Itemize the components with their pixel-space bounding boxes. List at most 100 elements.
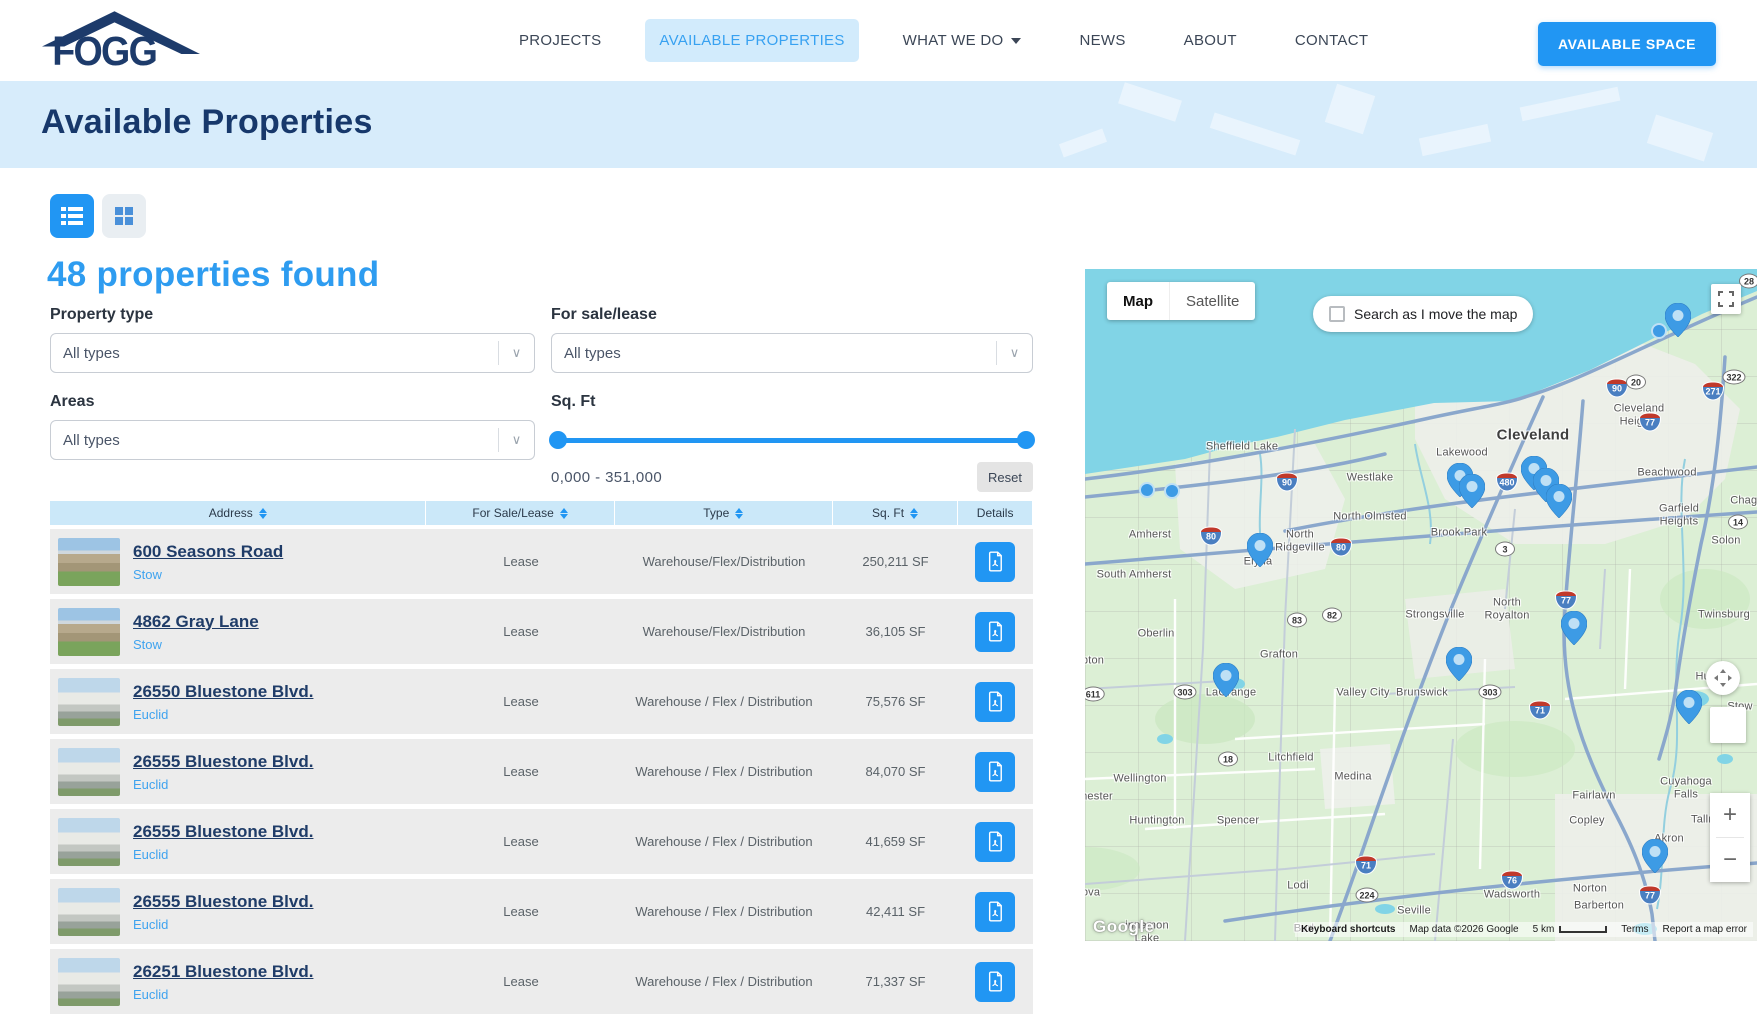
property-map-dot[interactable] (1164, 483, 1180, 499)
details-pdf-button[interactable] (975, 752, 1015, 792)
property-map-dot[interactable] (1651, 323, 1667, 339)
property-thumbnail[interactable] (58, 818, 120, 866)
property-type-select[interactable]: All types ∨ (50, 333, 535, 373)
nav-item-available-properties[interactable]: AVAILABLE PROPERTIES (645, 19, 858, 62)
pan-control[interactable] (1706, 661, 1740, 695)
property-thumbnail[interactable] (58, 888, 120, 936)
google-logo[interactable]: Google (1093, 917, 1155, 937)
details-pdf-button[interactable] (975, 892, 1015, 932)
property-map-pin[interactable] (1642, 839, 1668, 873)
property-address-link[interactable]: 26555 Bluestone Blvd. (133, 752, 313, 772)
property-map-pin[interactable] (1459, 474, 1485, 508)
search-as-move-control[interactable]: Search as I move the map (1313, 296, 1533, 332)
map-city-label: Wellington (1113, 773, 1166, 786)
areas-select[interactable]: All types ∨ (50, 420, 535, 460)
property-map-pin[interactable] (1665, 303, 1691, 337)
grid-view-button[interactable] (102, 194, 146, 238)
nav-item-contact[interactable]: CONTACT (1281, 19, 1382, 62)
column-header-type[interactable]: Type (615, 501, 832, 525)
property-address-link[interactable]: 26251 Bluestone Blvd. (133, 962, 313, 982)
banner-decoration (1059, 129, 1107, 158)
sort-icon[interactable] (560, 508, 568, 519)
address-cell: 26555 Bluestone Blvd. Euclid (50, 818, 427, 866)
details-pdf-button[interactable] (975, 542, 1015, 582)
filter-sale-lease: For sale/lease All types ∨ (551, 306, 1033, 373)
property-map-pin[interactable] (1561, 611, 1587, 645)
zoom-in-button[interactable]: + (1710, 793, 1750, 837)
map-city-label: Lakewood (1436, 447, 1488, 460)
column-header-for-sale-lease[interactable]: For Sale/Lease (426, 501, 613, 525)
property-city-link[interactable]: Euclid (133, 917, 313, 932)
map-city-label: Brunswick (1396, 687, 1448, 700)
sqft-cell: 42,411 SF (833, 904, 958, 919)
street-view-control[interactable] (1710, 707, 1746, 743)
list-view-button[interactable] (50, 194, 94, 238)
column-header-address[interactable]: Address (50, 501, 425, 525)
sqft-cell: 75,576 SF (833, 694, 958, 709)
property-map-dot[interactable] (1139, 482, 1155, 498)
column-header-sq-ft[interactable]: Sq. Ft (833, 501, 957, 525)
property-city-link[interactable]: Euclid (133, 707, 313, 722)
property-address-link[interactable]: 600 Seasons Road (133, 542, 283, 562)
sale-lease-select[interactable]: All types ∨ (551, 333, 1033, 373)
zoom-out-button[interactable]: − (1710, 838, 1750, 882)
property-map-pin[interactable] (1546, 484, 1572, 518)
satellite-mode-button[interactable]: Satellite (1169, 282, 1255, 320)
property-thumbnail[interactable] (58, 958, 120, 1006)
property-map-pin[interactable] (1213, 663, 1239, 697)
sqft-slider[interactable] (551, 420, 1033, 460)
property-thumbnail[interactable] (58, 608, 120, 656)
banner-decoration (1419, 124, 1491, 156)
banner-decoration (1520, 87, 1621, 121)
property-address-link[interactable]: 26555 Bluestone Blvd. (133, 892, 313, 912)
details-pdf-button[interactable] (975, 962, 1015, 1002)
sale-lease-cell: Lease (427, 624, 615, 639)
details-pdf-button[interactable] (975, 612, 1015, 652)
sort-icon[interactable] (259, 508, 267, 519)
route-shield-18: 18 (1218, 752, 1238, 767)
google-map[interactable]: ClevelandCleveland HeightsLakewoodWestla… (1085, 269, 1757, 941)
slider-track[interactable] (551, 438, 1033, 443)
available-space-button[interactable]: AVAILABLE SPACE (1538, 22, 1716, 66)
top-navbar: FOGG PROJECTS AVAILABLE PROPERTIES WHAT WE… (0, 0, 1757, 81)
slider-handle-min[interactable] (549, 431, 567, 449)
chevron-down-icon: ∨ (996, 341, 1032, 365)
search-as-move-checkbox[interactable] (1329, 306, 1345, 322)
nav-item-news[interactable]: NEWS (1065, 19, 1139, 62)
nav-item-what-we-do[interactable]: WHAT WE DO (889, 19, 1036, 62)
map-mode-button[interactable]: Map (1107, 282, 1169, 320)
details-pdf-button[interactable] (975, 682, 1015, 722)
property-address-link[interactable]: 4862 Gray Lane (133, 612, 259, 632)
fogg-logo[interactable]: FOGG (42, 9, 200, 76)
property-thumbnail[interactable] (58, 678, 120, 726)
slider-handle-max[interactable] (1017, 431, 1035, 449)
property-city-link[interactable]: Stow (133, 567, 283, 582)
fullscreen-button[interactable] (1711, 284, 1741, 314)
sqft-range-text: 0,000 - 351,000 (551, 469, 662, 486)
reset-button[interactable]: Reset (977, 462, 1033, 492)
property-thumbnail[interactable] (58, 538, 120, 586)
property-map-pin[interactable] (1676, 690, 1702, 724)
map-city-label: Grafton (1260, 649, 1298, 662)
property-city-link[interactable]: Euclid (133, 777, 313, 792)
property-city-link[interactable]: Euclid (133, 847, 313, 862)
property-map-pin[interactable] (1446, 647, 1472, 681)
property-address-link[interactable]: 26555 Bluestone Blvd. (133, 822, 313, 842)
keyboard-shortcuts-link[interactable]: Keyboard shortcuts (1301, 924, 1395, 935)
details-pdf-button[interactable] (975, 822, 1015, 862)
property-map-pin[interactable] (1247, 533, 1273, 567)
property-city-link[interactable]: Stow (133, 637, 259, 652)
report-map-error-link[interactable]: Report a map error (1663, 924, 1747, 935)
terms-link[interactable]: Terms (1621, 924, 1648, 935)
sort-icon[interactable] (910, 508, 918, 519)
nav-item-about[interactable]: ABOUT (1170, 19, 1251, 62)
address-cell: 26555 Bluestone Blvd. Euclid (50, 748, 427, 796)
sqft-cell: 36,105 SF (833, 624, 958, 639)
nav-item-projects[interactable]: PROJECTS (505, 19, 615, 62)
property-city-link[interactable]: Euclid (133, 987, 313, 1002)
property-thumbnail[interactable] (58, 748, 120, 796)
property-address-link[interactable]: 26550 Bluestone Blvd. (133, 682, 313, 702)
route-shield-14: 14 (1728, 515, 1748, 530)
sort-icon[interactable] (735, 508, 743, 519)
map-city-label: Litchfield (1268, 752, 1313, 765)
